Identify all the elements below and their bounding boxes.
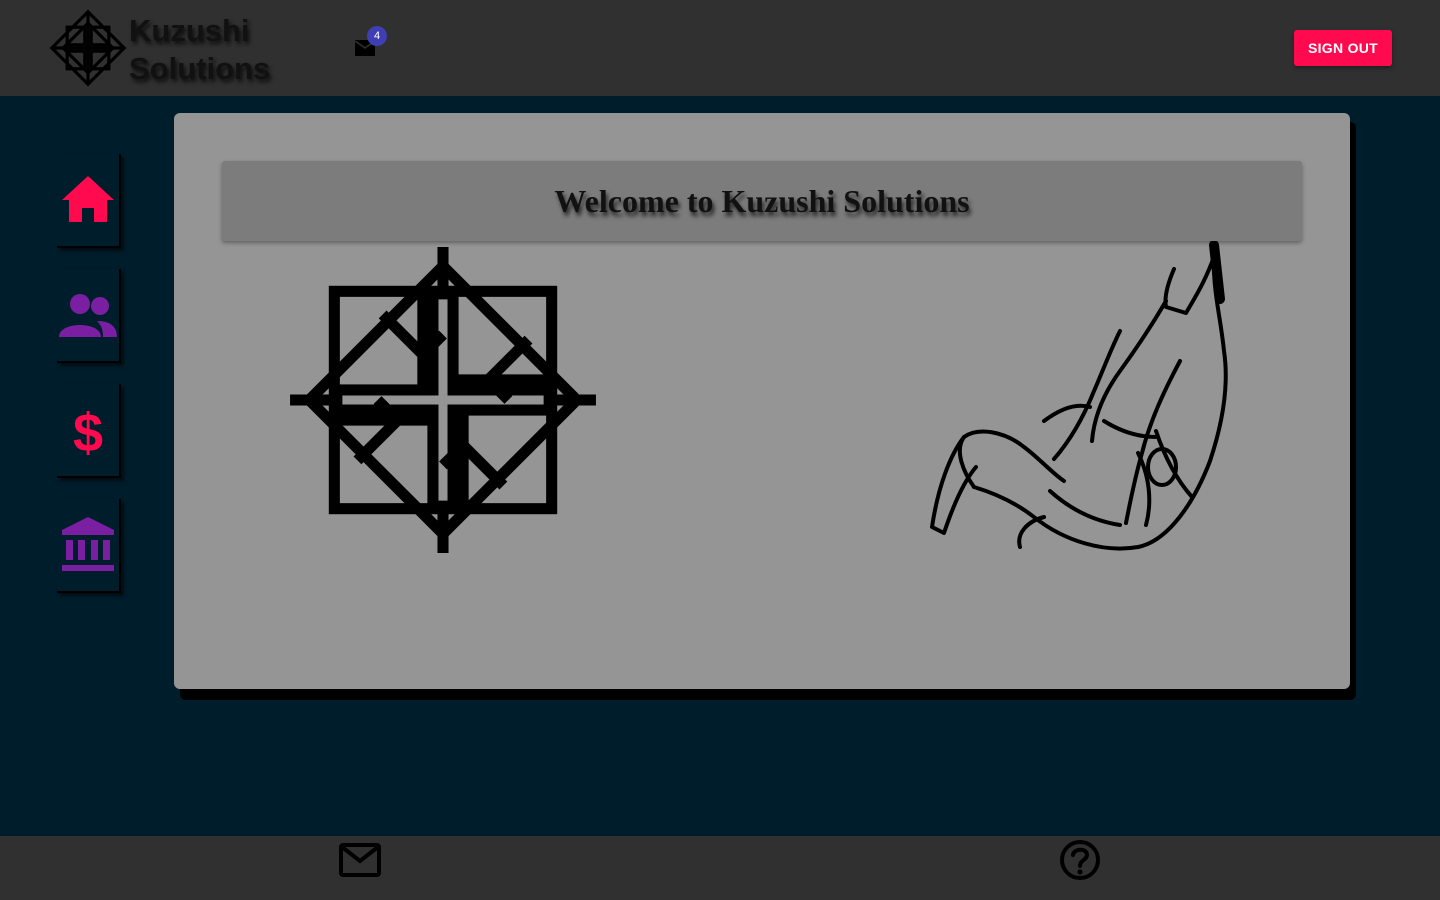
brand-line-1: Kuzushi xyxy=(129,13,250,48)
help-icon[interactable] xyxy=(1059,839,1101,881)
mail-icon[interactable] xyxy=(339,843,381,877)
judo-throw-illustration xyxy=(930,241,1228,551)
brand-name: Kuzushi Solutions xyxy=(129,12,270,88)
kuzushi-emblem xyxy=(290,247,596,553)
app-footer xyxy=(0,836,1440,900)
notification-badge: 4 xyxy=(367,26,387,46)
svg-text:$: $ xyxy=(73,403,103,460)
welcome-banner: Welcome to Kuzushi Solutions xyxy=(222,161,1302,241)
sidebar-item-home[interactable] xyxy=(57,154,121,248)
bank-icon xyxy=(62,517,114,571)
sidebar-item-bank[interactable] xyxy=(57,499,121,593)
app-header: Kuzushi Solutions 4 SIGN OUT xyxy=(0,0,1440,96)
people-icon xyxy=(59,294,117,337)
kuzushi-logo-icon xyxy=(49,9,127,87)
sidebar-item-people[interactable] xyxy=(57,269,121,363)
home-icon xyxy=(62,176,114,222)
welcome-title: Welcome to Kuzushi Solutions xyxy=(554,183,970,219)
dollar-icon: $ xyxy=(73,403,103,460)
brand-line-2: Solutions xyxy=(129,51,271,86)
sign-out-button[interactable]: SIGN OUT xyxy=(1294,30,1392,66)
welcome-card: Welcome to Kuzushi Solutions xyxy=(174,113,1350,689)
sidebar-item-billing[interactable]: $ xyxy=(57,384,121,478)
